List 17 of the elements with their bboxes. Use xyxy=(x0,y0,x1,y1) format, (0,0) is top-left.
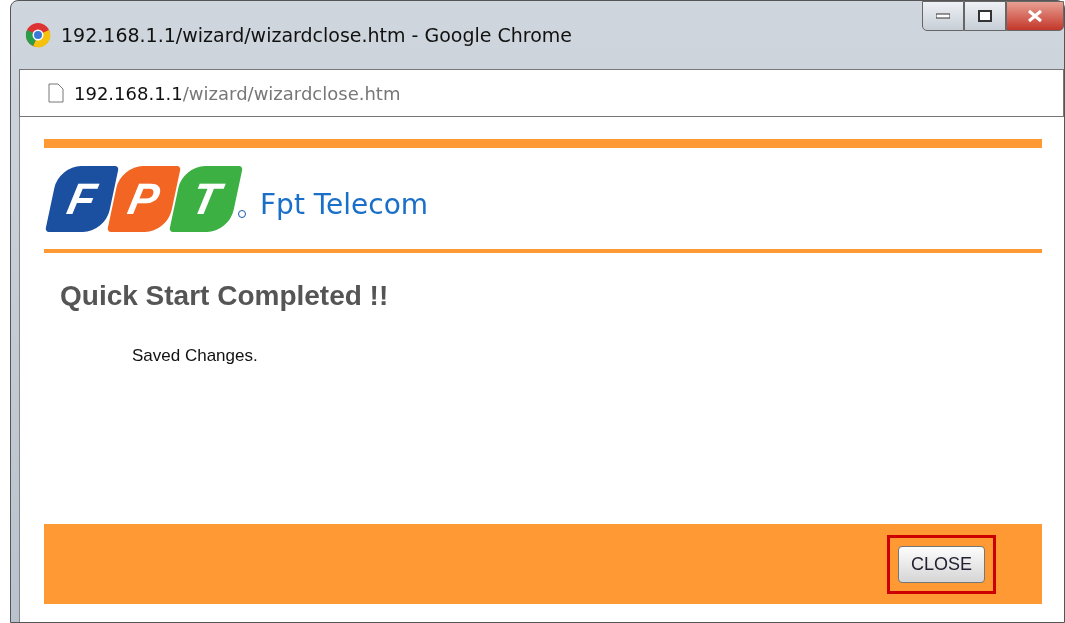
brand-name: Fpt Telecom xyxy=(260,186,429,223)
close-icon xyxy=(1027,9,1043,23)
browser-logo-icon xyxy=(25,22,51,48)
close-window-button[interactable] xyxy=(1006,1,1064,31)
url-text: 192.168.1.1/wizard/wizardclose.htm xyxy=(74,81,401,106)
page-icon xyxy=(48,83,64,103)
minimize-button[interactable] xyxy=(922,1,964,31)
close-button[interactable]: CLOSE xyxy=(897,545,985,583)
minimize-icon xyxy=(936,13,950,19)
address-bar[interactable]: 192.168.1.1/wizard/wizardclose.htm xyxy=(19,69,1064,117)
status-message: Saved Changes. xyxy=(132,345,259,367)
logo-letter: F xyxy=(45,165,119,232)
maximize-button[interactable] xyxy=(964,1,1006,31)
maximize-icon xyxy=(978,10,992,22)
window-title: 192.168.1.1/wizard/wizardclose.htm - Google Chrome xyxy=(61,22,573,48)
page-heading: Quick Start Completed !! xyxy=(60,279,390,313)
logo-letter: T xyxy=(169,165,243,232)
